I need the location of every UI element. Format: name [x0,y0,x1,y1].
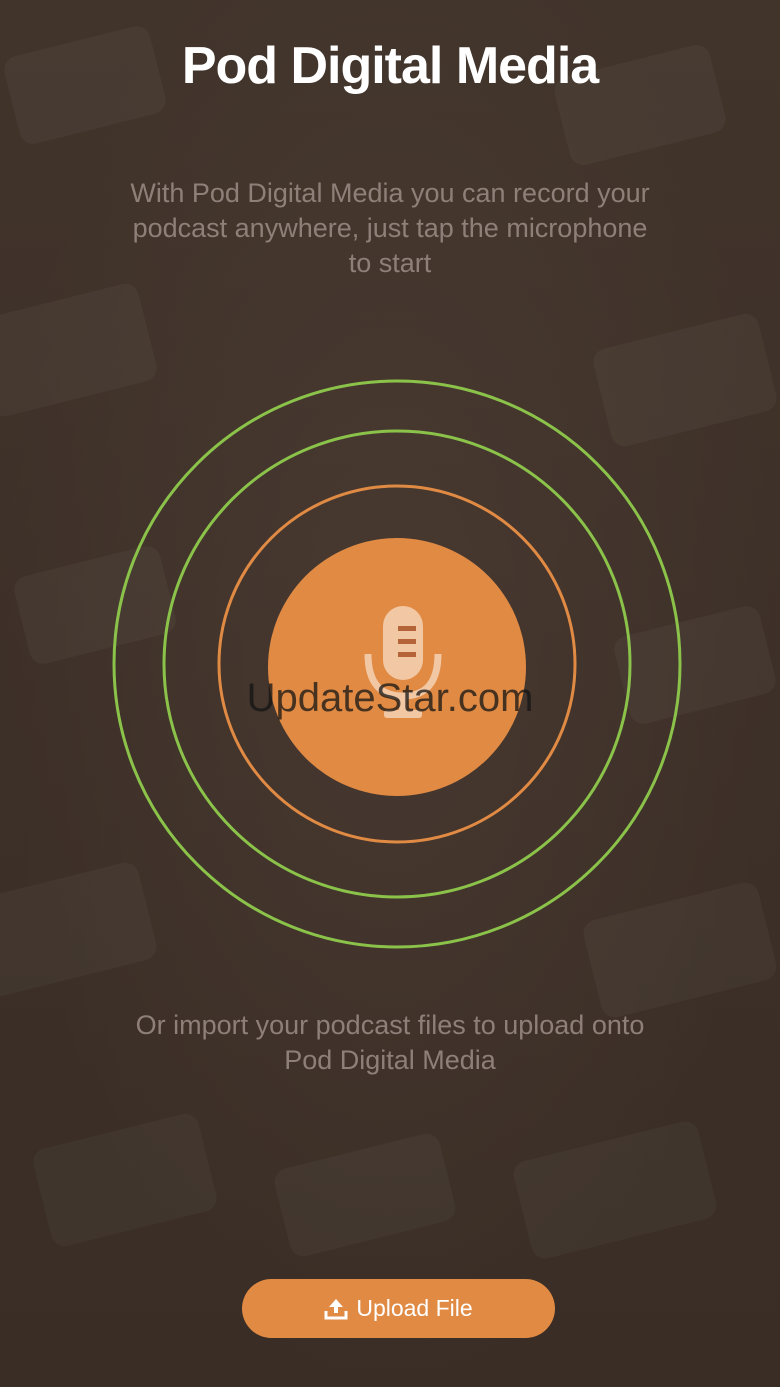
record-button[interactable] [268,538,526,796]
upload-file-label: Upload File [356,1295,473,1321]
watermark-text: UpdateStar.com [246,676,534,720]
app-title: Pod Digital Media [181,37,599,95]
intro-text: With Pod Digital Media you can record yo… [130,178,650,278]
upload-file-button[interactable]: Upload File [242,1279,555,1338]
import-text: Or import your podcast files to upload o… [135,1010,645,1075]
upload-icon [324,1298,348,1319]
